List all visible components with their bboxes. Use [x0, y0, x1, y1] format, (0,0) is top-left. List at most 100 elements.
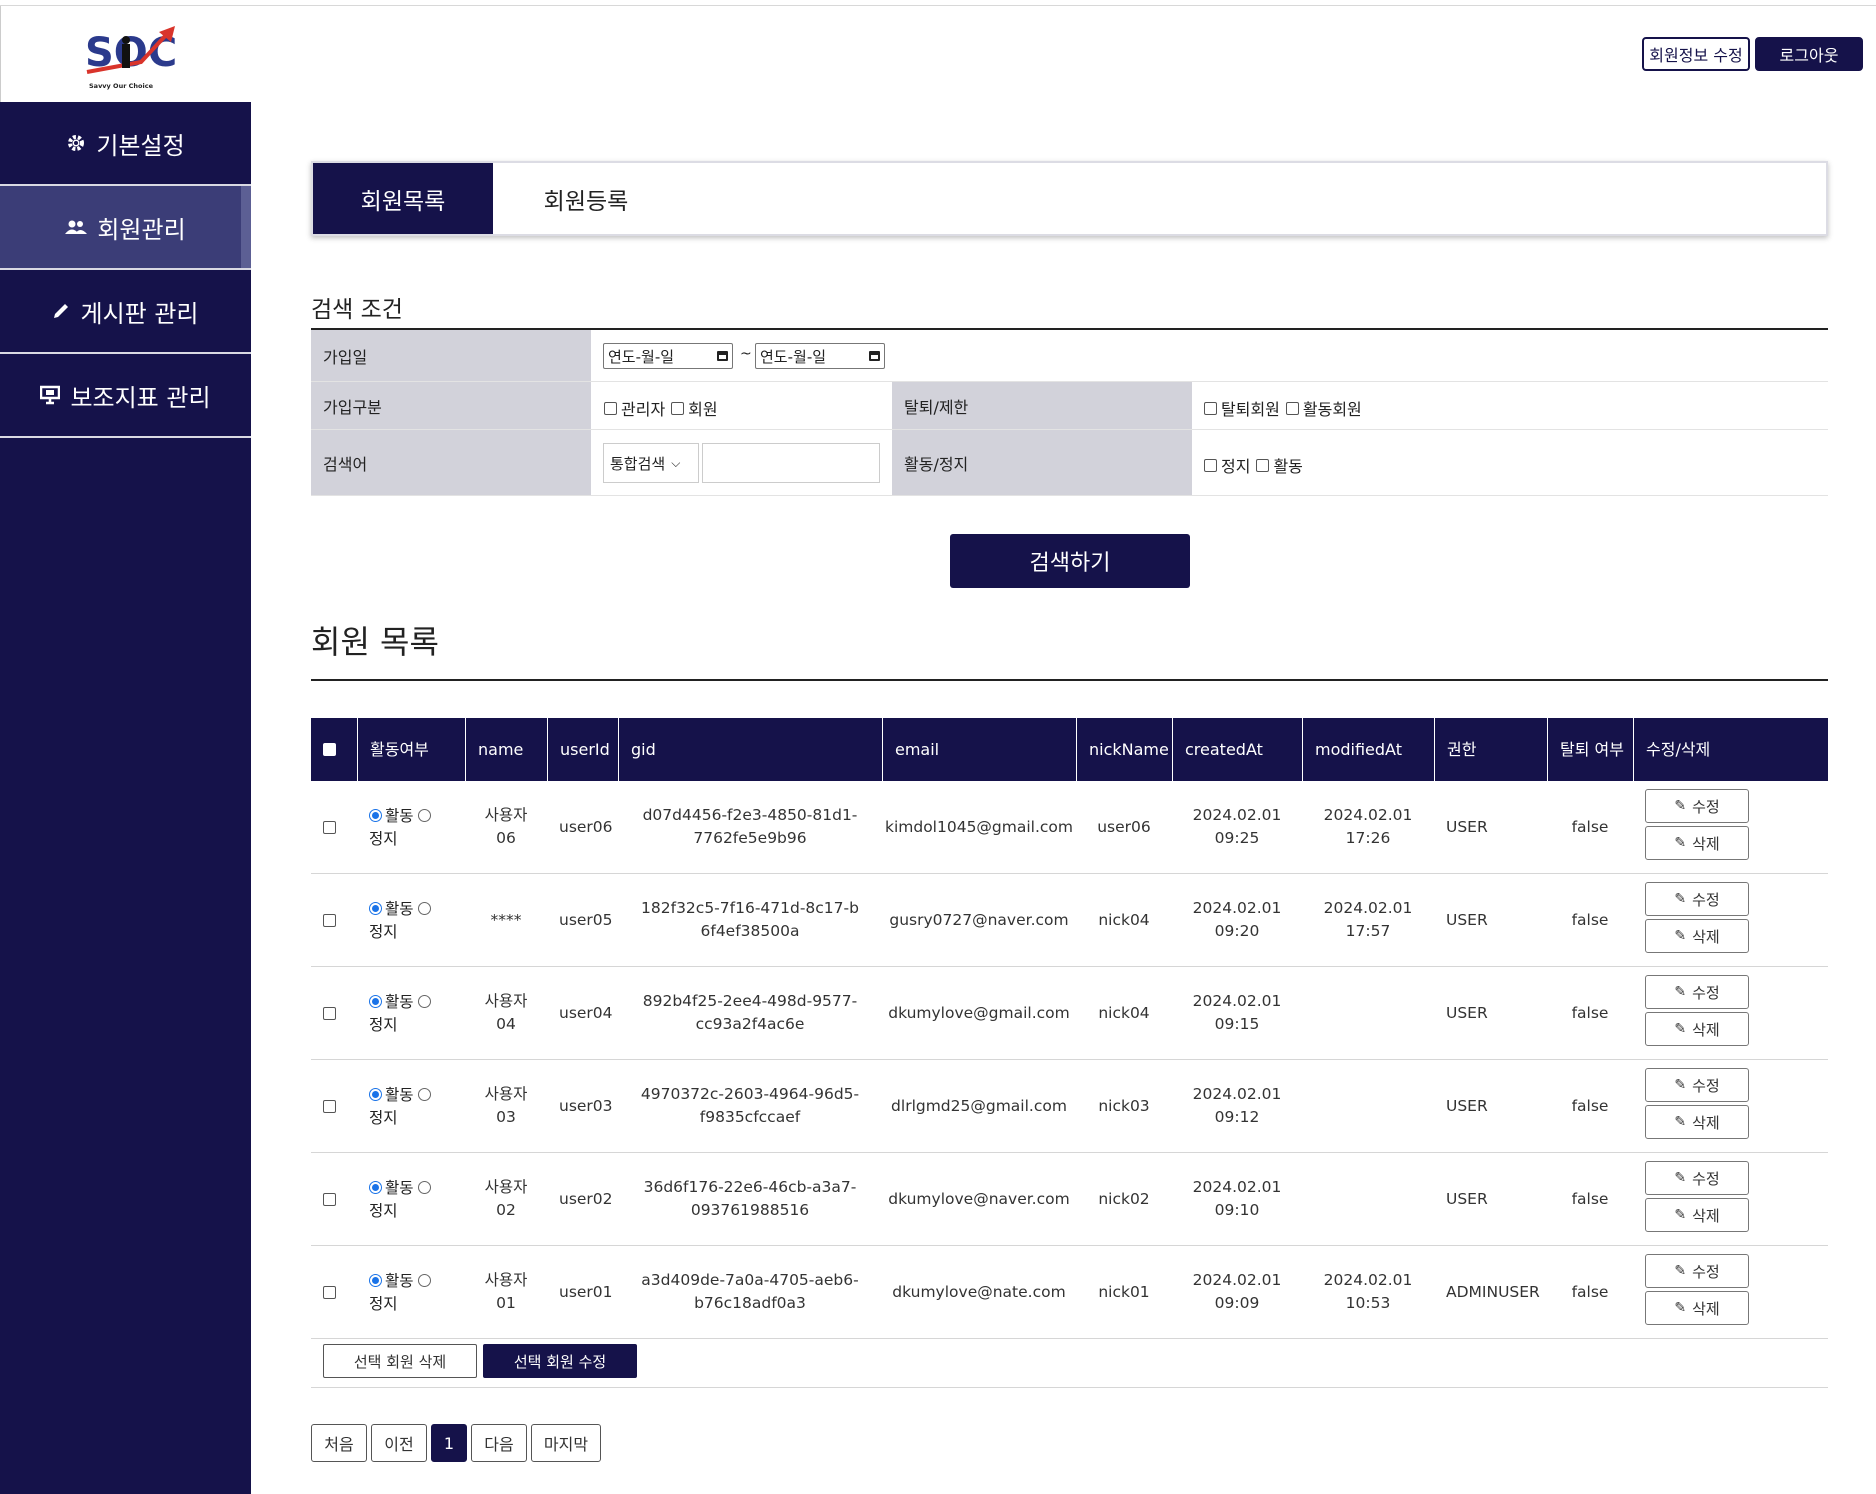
cell-nickname: nick01 — [1098, 1282, 1150, 1301]
radio-active[interactable] — [369, 902, 382, 915]
pagination: 처음 이전 1 다음 마지막 — [311, 1424, 601, 1462]
cell-gid: 4970372c-2603-4964-96d5-f9835cfccaef — [640, 1085, 860, 1126]
option-label: 탈퇴회원 — [1221, 400, 1280, 419]
cell-role: USER — [1446, 1003, 1488, 1022]
cell-modifiedat — [1302, 967, 1434, 1059]
sidebar-item-label: 게시판 관리 — [80, 299, 199, 328]
row-checkbox[interactable] — [323, 821, 336, 834]
page-prev-button[interactable]: 이전 — [371, 1424, 427, 1462]
delete-button[interactable]: ✎ 삭제 — [1645, 919, 1749, 953]
checkbox-withdrawn[interactable] — [1204, 401, 1217, 415]
page-first-button[interactable]: 처음 — [311, 1424, 367, 1462]
radio-suspended[interactable] — [418, 902, 432, 915]
page-next-button[interactable]: 다음 — [471, 1424, 527, 1462]
row-checkbox[interactable] — [323, 1193, 336, 1206]
row-checkbox[interactable] — [323, 914, 336, 927]
delete-button[interactable]: ✎ 삭제 — [1645, 1198, 1749, 1232]
option-label: 관리자 — [621, 400, 666, 419]
join-date-from-input[interactable]: 연도-월-일 — [603, 343, 733, 369]
search-button[interactable]: 검색하기 — [950, 534, 1190, 588]
edit-button[interactable]: ✎ 수정 — [1645, 882, 1749, 916]
tab-bar: 회원목록 회원등록 — [311, 161, 1828, 236]
cell-modifiedat: 2024.02.01 10:53 — [1323, 1271, 1413, 1312]
tab-member-register[interactable]: 회원등록 — [496, 163, 676, 234]
cell-userid: user01 — [559, 1282, 613, 1301]
option-label: 활동회원 — [1302, 400, 1362, 419]
radio-suspended[interactable] — [418, 1274, 432, 1287]
row-checkbox[interactable] — [323, 1007, 336, 1020]
table-row: 활동 정지 사용자 02 user02 36d6f176-22e6-46cb-a3a7… — [311, 1153, 1828, 1246]
cell-name: 사용자 04 — [484, 992, 528, 1033]
keyword-type-select[interactable]: 통합검색 ⌵ — [603, 443, 699, 483]
radio-suspended-label: 정지 — [369, 923, 398, 941]
radio-suspended[interactable] — [418, 995, 432, 1008]
radio-suspended[interactable] — [418, 809, 432, 822]
radio-suspended[interactable] — [418, 1088, 432, 1101]
radio-active[interactable] — [369, 1088, 382, 1101]
sidebar-item-member-management[interactable]: 회원관리 — [0, 186, 251, 270]
table-row: 활동 정지 사용자 04 user04 892b4f25-2ee4-498d-9577… — [311, 967, 1828, 1060]
cell-role: USER — [1446, 1096, 1488, 1115]
radio-active-label: 활동 — [385, 1179, 414, 1197]
cell-userid: user04 — [559, 1003, 613, 1022]
delete-button[interactable]: ✎ 삭제 — [1645, 1291, 1749, 1325]
status-radio-group: 활동 정지 — [369, 991, 449, 1037]
join-date-label: 가입일 — [311, 330, 591, 381]
edit-button[interactable]: ✎ 수정 — [1645, 1254, 1749, 1288]
delete-button[interactable]: ✎ 삭제 — [1645, 826, 1749, 860]
bulk-delete-button[interactable]: 선택 회원 삭제 — [323, 1344, 477, 1378]
row-checkbox[interactable] — [323, 1100, 336, 1113]
radio-active[interactable] — [369, 995, 382, 1008]
radio-active[interactable] — [369, 1274, 382, 1287]
pencil-icon — [52, 302, 70, 320]
cell-nickname: nick03 — [1098, 1096, 1150, 1115]
bulk-edit-button[interactable]: 선택 회원 수정 — [483, 1344, 637, 1378]
checkbox-member[interactable] — [671, 401, 685, 415]
delete-button[interactable]: ✎ 삭제 — [1645, 1105, 1749, 1139]
join-type-label: 가입구분 — [311, 382, 591, 429]
header-gid: gid — [618, 718, 882, 781]
edit-button[interactable]: ✎ 수정 — [1645, 789, 1749, 823]
edit-button[interactable]: ✎ 수정 — [1645, 975, 1749, 1009]
edit-profile-button[interactable]: 회원정보 수정 — [1642, 37, 1750, 71]
cell-role: USER — [1446, 1189, 1488, 1208]
option-label: 활동 — [1273, 457, 1303, 476]
cell-name: **** — [490, 910, 522, 929]
checkbox-active-member[interactable] — [1285, 401, 1299, 415]
status-radio-group: 활동 정지 — [369, 1177, 449, 1223]
logo-area: SOC Savvy Our Choice — [0, 6, 252, 102]
row-checkbox[interactable] — [323, 1286, 336, 1299]
sidebar-item-basic-settings[interactable]: 기본설정 — [0, 102, 251, 186]
edit-button[interactable]: ✎ 수정 — [1645, 1161, 1749, 1195]
cell-withdrawn: false — [1571, 1096, 1609, 1115]
header-select-all[interactable] — [311, 718, 357, 781]
sidebar-item-label: 보조지표 관리 — [70, 383, 211, 412]
logout-button[interactable]: 로그아웃 — [1755, 37, 1863, 71]
checkbox-active[interactable] — [1256, 458, 1270, 472]
calendar-icon[interactable] — [869, 351, 880, 361]
cell-userid: user02 — [559, 1189, 613, 1208]
calendar-icon[interactable] — [717, 351, 728, 361]
sidebar-item-indicator-management[interactable]: 보조지표 관리 — [0, 354, 251, 438]
logo[interactable]: SOC Savvy Our Choice — [79, 22, 183, 94]
cell-name: 사용자 02 — [484, 1178, 528, 1219]
radio-active[interactable] — [369, 1181, 382, 1194]
join-date-to-input[interactable]: 연도-월-일 — [755, 343, 885, 369]
cell-email: dkumylove@nate.com — [892, 1282, 1066, 1301]
checkbox-suspended[interactable] — [1204, 458, 1217, 472]
cell-role: ADMINUSER — [1446, 1282, 1540, 1301]
cell-nickname: user06 — [1097, 817, 1151, 836]
delete-button[interactable]: ✎ 삭제 — [1645, 1012, 1749, 1046]
page-number-button[interactable]: 1 — [431, 1424, 467, 1462]
edit-button[interactable]: ✎ 수정 — [1645, 1068, 1749, 1102]
radio-suspended[interactable] — [418, 1181, 432, 1194]
radio-active[interactable] — [369, 809, 382, 822]
tab-member-list[interactable]: 회원목록 — [313, 163, 493, 234]
sidebar-item-board-management[interactable]: 게시판 관리 — [0, 270, 251, 354]
header-status: 활동여부 — [357, 718, 465, 781]
select-all-checkbox[interactable] — [323, 743, 336, 756]
keyword-input[interactable] — [702, 443, 880, 483]
page-last-button[interactable]: 마지막 — [531, 1424, 601, 1462]
checkbox-admin[interactable] — [604, 401, 617, 415]
keyword-label: 검색어 — [311, 430, 591, 495]
